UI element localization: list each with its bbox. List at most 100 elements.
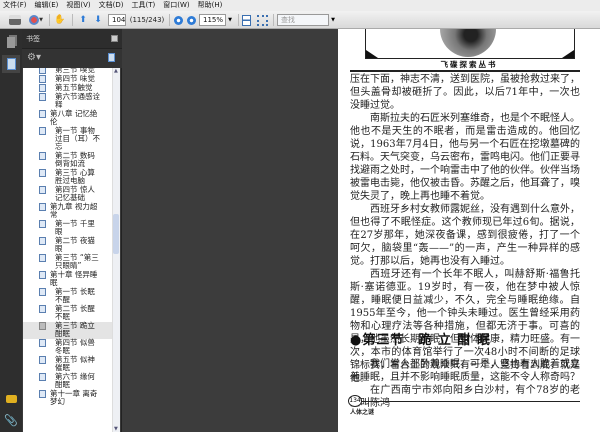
zoom-out-icon	[173, 15, 183, 25]
menu-help[interactable]: 帮助(H)	[195, 0, 228, 11]
bookmark-label: 第一节 长眠不醒	[55, 287, 95, 304]
bookmark-icon	[39, 127, 46, 135]
new-bookmark-icon[interactable]	[108, 53, 115, 62]
arrow-down-icon: ⬇	[94, 15, 102, 25]
menu-edit[interactable]: 编辑(E)	[32, 0, 64, 11]
bookmark-icon	[39, 254, 46, 262]
previous-page-button[interactable]: ⬆	[77, 13, 89, 27]
footer-rule	[358, 401, 580, 402]
panel-title: 书签	[26, 35, 40, 43]
menu-document[interactable]: 文档(D)	[96, 0, 129, 11]
bookmark-icon	[39, 390, 46, 398]
bookmark-label: 第二节 数码倒背如流	[55, 151, 95, 168]
share-button[interactable]: ▼	[27, 13, 45, 27]
bookmark-icon	[39, 84, 46, 92]
pages-panel-button[interactable]	[4, 35, 18, 49]
paragraph: 在广西南宁市郊向阳乡白沙村，有个78岁的老人叫陈鸿	[350, 385, 580, 409]
bookmark-item[interactable]: 第二节 夜猫眼	[23, 237, 112, 254]
bookmark-icon	[39, 110, 46, 118]
share-icon	[29, 15, 40, 25]
search-options-dropdown[interactable]: ▼	[330, 13, 336, 27]
bookmark-label: 第九章 视力超常	[50, 202, 98, 219]
bookmark-item[interactable]: 第三节 “第三只眼睛”	[23, 254, 112, 271]
bookmark-label: 第四节 味觉	[55, 74, 95, 83]
bookmark-icon	[39, 186, 46, 194]
bookmark-item[interactable]: 第三节 心算胜过电脑	[23, 169, 112, 186]
menu-tools[interactable]: 工具(T)	[129, 0, 161, 11]
bookmark-label: 第四节 惊人记忆基础	[55, 185, 95, 202]
bookmark-item[interactable]: 第四节 惊人记忆基础	[23, 186, 112, 203]
menu-view[interactable]: 视图(V)	[63, 0, 95, 11]
menu-file[interactable]: 文件(F)	[0, 0, 32, 11]
comments-icon	[5, 395, 17, 403]
bookmark-item[interactable]: 第二节 数码倒背如流	[23, 152, 112, 169]
bookmark-icon	[39, 68, 46, 74]
bookmarks-icon	[6, 58, 16, 70]
bookmarks-panel-button[interactable]	[2, 55, 20, 73]
bookmark-item[interactable]: 第四节 似兽冬眠	[23, 339, 112, 356]
bookmark-scrollbar[interactable]: ▲ ▼	[112, 68, 120, 432]
bookmark-item[interactable]: 第十章 怪异睡眠	[23, 271, 112, 288]
toolbar: ▼ ✋ ⬆ ⬇ 104 (115/243) 115% ▼ 查找 ▼	[0, 11, 600, 29]
bookmark-icon	[39, 373, 46, 381]
bookmark-label: 第三节 “第三只眼睛”	[55, 253, 99, 270]
page-number: 134	[348, 395, 362, 407]
scrollbar-thumb[interactable]	[113, 214, 119, 254]
zoom-in-button[interactable]	[186, 13, 196, 27]
bookmark-item[interactable]: 第五节 似神催眠	[23, 356, 112, 373]
body-text-bottom: 我们常人都卧着睡眠，可是，竟也有人跪着或立着睡眠，且并不影响睡眠质量，这能不令人…	[350, 358, 580, 410]
bookmark-label: 第一节 千里眼	[55, 219, 95, 236]
bookmark-item[interactable]: 第八章 记忆绝伦	[23, 110, 112, 127]
bookmark-label: 第二节 夜猫眼	[55, 236, 95, 253]
attachments-button[interactable]: 📎	[4, 414, 18, 428]
paragraph: 西班牙乡村女教师露妮丝，没有遇到什么意外，但也得了不眠怪症。这个教师现已年过6旬…	[350, 204, 580, 267]
zoom-level-input[interactable]: 115%	[199, 14, 226, 26]
bookmark-item[interactable]: 第六节通感诠释	[23, 93, 112, 110]
menu-bar: 文件(F) 编辑(E) 视图(V) 文档(D) 工具(T) 窗口(W) 帮助(H…	[0, 0, 600, 11]
bookmark-item[interactable]: 第二节 长醒不眠	[23, 305, 112, 322]
bookmark-item[interactable]: 第三节 跪立酣眠	[23, 322, 112, 339]
bookmark-item[interactable]: 第一节 千里眼	[23, 220, 112, 237]
fit-page-icon	[241, 14, 251, 26]
bookmark-item[interactable]: 第九章 视力超常	[23, 203, 112, 220]
fit-page-button[interactable]	[240, 13, 252, 27]
panel-menu-button[interactable]	[111, 35, 118, 42]
page-illustration	[365, 29, 575, 59]
bookmark-item[interactable]: 第六节 缘何酣眠	[23, 373, 112, 390]
full-screen-icon	[256, 14, 268, 26]
document-page: 飞碟探索丛书 压在下面，神志不清，送到医院，虽被抢救过来了，但头盖骨却被砸折了。…	[338, 29, 600, 432]
series-title: 飞碟探索丛书	[440, 60, 498, 69]
panel-header: 书签	[22, 29, 122, 49]
menu-window[interactable]: 窗口(W)	[160, 0, 194, 11]
bookmark-item[interactable]: 第一节 长眠不醒	[23, 288, 112, 305]
bookmark-label: 第十章 怪异睡眠	[50, 270, 98, 287]
bookmark-label: 第六节通感诠释	[55, 92, 100, 109]
bookmark-item[interactable]: 第十一章 离奇梦幻	[23, 390, 112, 407]
scroll-down-icon[interactable]: ▼	[114, 426, 118, 432]
zoom-dropdown[interactable]: ▼	[227, 13, 233, 27]
bookmark-icon	[39, 356, 46, 364]
bookmark-icon	[39, 75, 46, 83]
print-button[interactable]	[8, 13, 22, 27]
search-input[interactable]: 查找	[277, 14, 329, 26]
bookmark-list: 第三节 嗅觉 第四节 味觉 第五节触觉 第六节通感诠释 第八章 记忆绝伦 第一节 事物过目…	[23, 68, 120, 432]
page-count: (115/243)	[129, 16, 165, 24]
page-number-input[interactable]: 104	[108, 14, 126, 26]
bookmark-icon	[39, 93, 46, 101]
options-gear-icon[interactable]: ⚙▾	[27, 53, 41, 63]
bookmark-label: 第四节 似兽冬眠	[55, 338, 95, 355]
bookmark-icon	[39, 288, 46, 296]
next-page-button[interactable]: ⬇	[92, 13, 104, 27]
bookmark-item[interactable]: 第一节 事物过目（耳）不忘	[23, 127, 112, 152]
full-screen-button[interactable]	[256, 13, 268, 27]
panel-options-bar: ⚙▾	[22, 49, 122, 68]
zoom-out-button[interactable]	[173, 13, 183, 27]
bookmark-label: 第二节 长醒不眠	[55, 304, 95, 321]
scroll-up-icon[interactable]: ▲	[114, 68, 118, 74]
comments-button[interactable]	[4, 393, 18, 405]
bookmark-label: 第十一章 离奇梦幻	[50, 389, 98, 406]
hand-tool-button[interactable]: ✋	[53, 13, 67, 27]
paragraph: 南斯拉夫的石匠米列塞维奇，也是个不眠怪人。他也不是天生的不眠者，而是雷击造成的。…	[350, 113, 580, 202]
bookmark-label: 第三节 心算胜过电脑	[55, 168, 95, 185]
footer-title: 人体之谜	[350, 409, 375, 416]
